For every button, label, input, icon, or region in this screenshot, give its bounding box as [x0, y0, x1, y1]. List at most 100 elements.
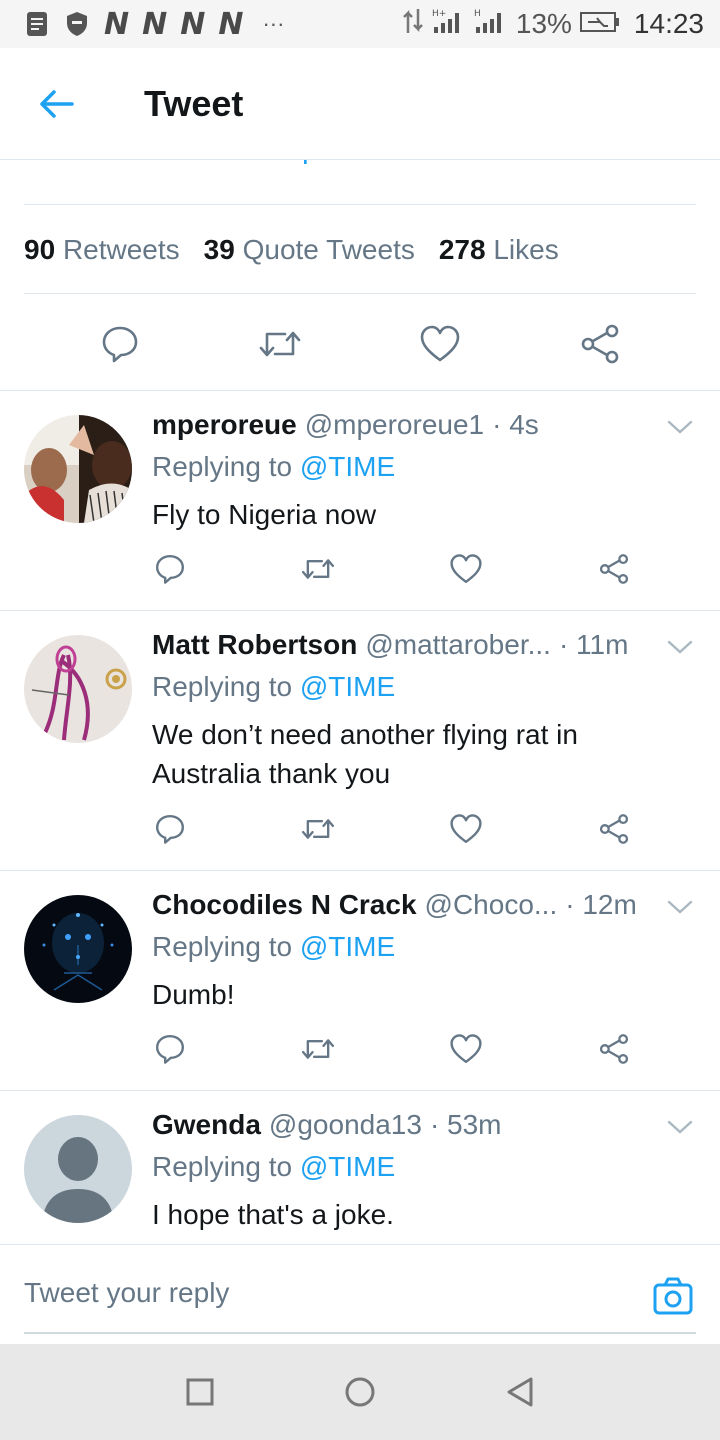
replying-to-handle[interactable]: @TIME: [300, 451, 395, 482]
author-name[interactable]: Gwenda: [152, 1109, 261, 1141]
avatar[interactable]: [24, 1115, 132, 1223]
avatar[interactable]: [24, 635, 132, 743]
avatar[interactable]: [24, 895, 132, 1003]
reply-button[interactable]: [152, 811, 188, 847]
author-name[interactable]: Chocodiles N Crack: [152, 889, 417, 921]
reply-actions: [152, 811, 632, 847]
share-icon: [599, 554, 629, 584]
chevron-down-icon[interactable]: [666, 637, 694, 657]
share-icon: [599, 1034, 629, 1064]
like-button[interactable]: [448, 1031, 484, 1067]
reply-item[interactable]: Matt Robertson @mattarober... · 11m Repl…: [0, 611, 720, 871]
notes-icon: [24, 11, 50, 37]
arrow-left-icon: [40, 89, 74, 118]
reply-text: Fly to Nigeria now: [152, 499, 377, 530]
author-name[interactable]: mperoreue: [152, 409, 297, 441]
replying-to-prefix: Replying to: [152, 1151, 300, 1182]
reply-composer: Tweet your reply: [0, 1244, 720, 1344]
chevron-down-icon[interactable]: [666, 1117, 694, 1137]
tweet-stats: 90 Retweets 39 Quote Tweets 278 Likes: [24, 226, 696, 274]
camera-icon[interactable]: [652, 1275, 694, 1317]
share-button[interactable]: [596, 811, 632, 847]
quote-tweets-stat[interactable]: 39 Quote Tweets: [204, 234, 415, 266]
reply-input[interactable]: Tweet your reply: [24, 1277, 229, 1309]
reply-actions: [152, 551, 632, 587]
back-nav-button[interactable]: [498, 1370, 542, 1414]
likes-stat[interactable]: 278 Likes: [439, 234, 559, 266]
square-icon: [186, 1378, 214, 1406]
author-handle: @mattarober...: [365, 629, 551, 660]
svg-text:H+: H+: [432, 9, 446, 19]
clock: 14:23: [633, 8, 704, 39]
chevron-down-icon[interactable]: [666, 897, 694, 917]
battery-icon: [579, 8, 620, 40]
system-nav-bar: [0, 1344, 720, 1440]
battery-percent: 13%: [515, 8, 572, 39]
replying-to-prefix: Replying to: [152, 451, 300, 482]
retweet-icon: [301, 819, 335, 839]
home-button[interactable]: [338, 1370, 382, 1414]
retweet-button[interactable]: [300, 811, 336, 847]
reply-item[interactable]: Gwenda @goonda13 · 53m Replying to @TIME…: [0, 1091, 720, 1244]
reply-text: Dumb!: [152, 979, 235, 1010]
retweet-button[interactable]: [300, 551, 336, 587]
tweet-actions: [0, 300, 720, 388]
recents-button[interactable]: [178, 1370, 222, 1414]
reply-time: · 12m: [565, 889, 637, 920]
replying-to: Replying to @TIME: [152, 1151, 672, 1191]
replying-to-prefix: Replying to: [152, 931, 300, 962]
reply-icon: [156, 1035, 184, 1064]
divider: [24, 204, 696, 205]
n-notification-icon: N: [104, 6, 129, 42]
share-button[interactable]: [596, 1031, 632, 1067]
svg-text:H: H: [474, 9, 481, 19]
likes-label: Likes: [493, 234, 559, 265]
like-button[interactable]: [448, 811, 484, 847]
reply-text: I hope that's a joke.: [152, 1199, 394, 1230]
reply-item[interactable]: Chocodiles N Crack @Choco... · 12m Reply…: [0, 871, 720, 1091]
more-notifications-icon: ···: [262, 11, 285, 36]
n-notification-icon: N: [218, 6, 243, 42]
replying-to-handle[interactable]: @TIME: [300, 1151, 395, 1182]
chevron-down-icon[interactable]: [666, 417, 694, 437]
share-button[interactable]: [596, 551, 632, 587]
retweet-icon: [301, 559, 335, 579]
status-bar: N N N N ··· H+ H 13% 14:23: [0, 0, 720, 48]
share-icon: [599, 814, 629, 844]
top-app-bar: Tweet: [0, 48, 720, 160]
reply-button[interactable]: [152, 551, 188, 587]
replying-to-prefix: Replying to: [152, 671, 300, 702]
like-button[interactable]: [448, 551, 484, 587]
page-title: Tweet: [144, 82, 244, 124]
back-button[interactable]: [0, 48, 112, 160]
share-button[interactable]: [576, 320, 624, 368]
reply-button[interactable]: [152, 1031, 188, 1067]
retweets-stat[interactable]: 90 Retweets: [24, 234, 180, 266]
retweet-button[interactable]: [300, 1031, 336, 1067]
retweets-label: Retweets: [62, 234, 180, 265]
retweet-icon: [301, 1039, 335, 1059]
replying-to: Replying to @TIME: [152, 451, 672, 491]
circle-icon: [345, 1377, 375, 1407]
n-notification-icon: N: [142, 6, 167, 42]
reply-icon: [156, 555, 184, 584]
replying-to: Replying to @TIME: [152, 931, 672, 971]
quote-tweets-count: 39: [203, 234, 235, 265]
avatar[interactable]: [24, 415, 132, 523]
data-transfer-icon: [402, 7, 424, 42]
author-handle: @goonda13: [268, 1109, 422, 1140]
reply-item[interactable]: mperoreue @mperoreue1 · 4s Replying to @…: [0, 391, 720, 611]
replying-to-handle[interactable]: @TIME: [300, 931, 395, 962]
author-name[interactable]: Matt Robertson: [152, 629, 357, 661]
retweet-button[interactable]: [256, 320, 304, 368]
reply-button[interactable]: [96, 320, 144, 368]
retweets-count: 90: [24, 234, 56, 265]
replying-to-handle[interactable]: @TIME: [300, 671, 395, 702]
signal-icon: H+: [432, 7, 466, 42]
replying-to: Replying to @TIME: [152, 671, 672, 711]
likes-count: 278: [438, 234, 486, 265]
like-button[interactable]: [416, 320, 464, 368]
n-notification-icon: N: [180, 6, 205, 42]
reply-time: · 11m: [558, 629, 629, 660]
shield-icon: [64, 11, 90, 37]
